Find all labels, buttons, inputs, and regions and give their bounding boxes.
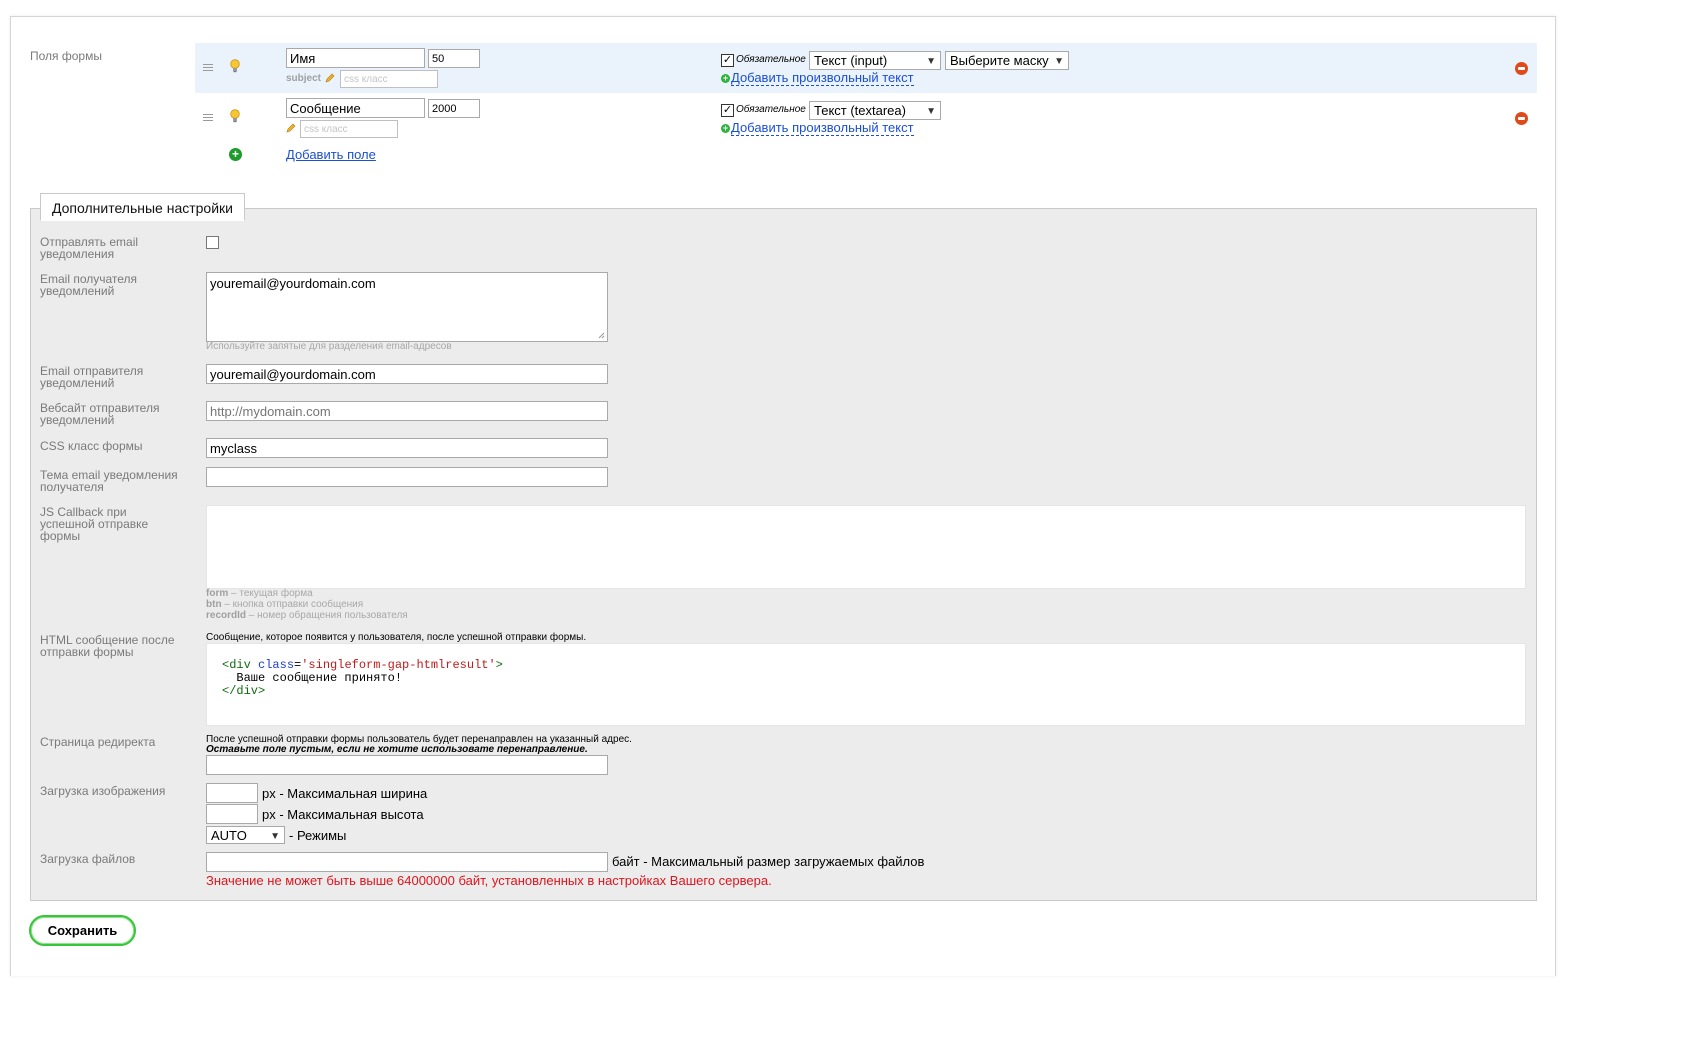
css-class-form-label: CSS класс формы — [40, 439, 143, 453]
field-name-input[interactable] — [286, 48, 425, 68]
js-hint-form: form – текущая форма — [206, 588, 313, 599]
max-width-label: px - Максимальная ширина — [262, 786, 428, 801]
recipient-hint: Используйте запятые для разделения email… — [206, 341, 452, 352]
website-label: Вебсайт отправителя уведомлений — [40, 401, 160, 427]
mask-select[interactable]: Выберите маску ▼ — [945, 51, 1069, 70]
field-type-value: Текст (input) — [814, 53, 888, 68]
email-subject-input[interactable] — [206, 467, 608, 487]
add-field-link[interactable]: Добавить поле — [286, 147, 376, 162]
add-custom-text-link[interactable]: Добавить произвольный текст — [731, 121, 914, 136]
drag-handle-icon[interactable] — [203, 64, 213, 72]
save-button[interactable]: Сохранить — [29, 915, 136, 946]
lightbulb-icon[interactable] — [229, 59, 241, 73]
mode-value: AUTO — [211, 828, 247, 843]
field-name-input[interactable] — [286, 98, 425, 118]
file-size-error: Значение не может быть выше 64000000 бай… — [206, 873, 772, 888]
max-height-input[interactable] — [206, 804, 258, 824]
required-label: Обязательное — [736, 104, 806, 115]
subject-label: subject — [286, 73, 322, 84]
html-code-block: <div class='singleform-gap-htmlresult'> … — [222, 658, 503, 698]
form-fields-label: Поля формы — [30, 49, 102, 63]
html-message-label: HTML сообщение после отправки формы — [40, 633, 175, 659]
add-icon: + — [721, 123, 730, 133]
website-input[interactable] — [206, 401, 608, 421]
js-callback-hints: form – текущая форма btn – кнопка отправ… — [206, 588, 408, 621]
recipient-email-value: youremail@yourdomain.com — [210, 276, 376, 291]
required-checkbox[interactable]: ✓ — [721, 104, 734, 117]
redirect-label: Страница редиректа — [40, 735, 156, 749]
field-type-select[interactable]: Текст (input) ▼ — [809, 51, 941, 70]
html-message-hint: Сообщение, которое появится у пользовате… — [206, 632, 587, 643]
js-hint-btn: btn – кнопка отправки сообщения — [206, 599, 364, 610]
email-subject-label: Тема email уведомления получателя — [40, 468, 178, 494]
field-type-select[interactable]: Текст (textarea) ▼ — [809, 101, 941, 120]
lightbulb-icon[interactable] — [229, 109, 241, 123]
required-checkbox[interactable]: ✓ — [721, 54, 734, 67]
max-height-label: px - Максимальная высота — [262, 807, 424, 822]
image-upload-label: Загрузка изображения — [40, 784, 166, 798]
add-custom-text-link[interactable]: Добавить произвольный текст — [731, 71, 914, 86]
field-size-input[interactable] — [428, 99, 480, 118]
send-email-label: Отправлять email уведомления — [40, 235, 139, 261]
js-hint-recordid: recordId – номер обращения пользователя — [206, 610, 408, 621]
mode-label: - Режимы — [289, 828, 347, 843]
chevron-down-icon: ▼ — [926, 106, 936, 117]
js-callback-editor[interactable] — [206, 505, 1526, 589]
chevron-down-icon: ▼ — [926, 56, 936, 67]
file-size-label: байт - Максимальный размер загружаемых ф… — [612, 854, 925, 869]
sender-label: Email отправителя уведомлений — [40, 364, 144, 390]
chevron-down-icon: ▼ — [1054, 56, 1064, 67]
pencil-icon[interactable] — [286, 123, 296, 133]
field-size-input[interactable] — [428, 49, 480, 68]
remove-field-icon[interactable] — [1515, 112, 1528, 125]
chevron-down-icon: ▼ — [270, 831, 280, 842]
max-width-input[interactable] — [206, 783, 258, 803]
add-field-icon[interactable]: + — [229, 148, 242, 161]
recipient-email-textarea[interactable]: youremail@yourdomain.com — [206, 272, 608, 342]
css-class-input[interactable] — [300, 120, 398, 138]
remove-field-icon[interactable] — [1515, 62, 1528, 75]
pencil-icon[interactable] — [325, 73, 335, 83]
mask-value: Выберите маску — [950, 53, 1049, 68]
css-class-input[interactable] — [340, 70, 438, 88]
file-upload-label: Загрузка файлов — [40, 852, 136, 866]
add-icon: + — [721, 73, 730, 83]
sender-email-input[interactable] — [206, 364, 608, 384]
recipient-label: Email получателя уведомлений — [40, 272, 138, 298]
file-size-input[interactable] — [206, 852, 608, 872]
send-email-checkbox[interactable] — [206, 236, 219, 249]
redirect-hint-2: Оставьте поле пустым, если не хотите исп… — [206, 744, 588, 755]
html-message-editor[interactable]: <div class='singleform-gap-htmlresult'> … — [206, 643, 1526, 726]
js-callback-label: JS Callback при успешной отправке формы — [40, 505, 149, 543]
required-label: Обязательное — [736, 54, 806, 65]
additional-settings-legend: Дополнительные настройки — [40, 193, 245, 221]
redirect-input[interactable] — [206, 755, 608, 775]
field-type-value: Текст (textarea) — [814, 103, 906, 118]
css-class-form-input[interactable] — [206, 438, 608, 458]
resize-handle-icon[interactable] — [598, 332, 605, 339]
mode-select[interactable]: AUTO ▼ — [206, 826, 285, 844]
drag-handle-icon[interactable] — [203, 114, 213, 122]
